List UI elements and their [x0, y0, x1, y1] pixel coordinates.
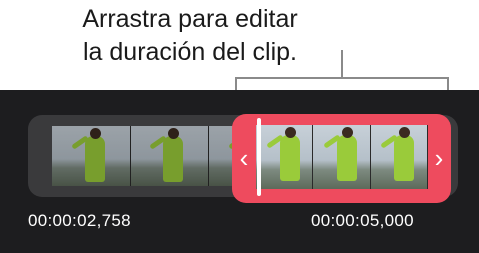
- end-time-label: 00:00:05,000: [311, 211, 414, 230]
- trim-handle-right[interactable]: ›: [427, 114, 451, 203]
- playhead[interactable]: [257, 118, 261, 196]
- chevron-left-icon: ‹: [239, 143, 249, 173]
- callout-line-1: Arrastra para editar: [82, 5, 298, 33]
- clip-thumbnail: [370, 125, 428, 189]
- clip-thumbnail: [52, 126, 131, 186]
- callout-bracket: [235, 77, 449, 90]
- callout-pointer: [341, 50, 343, 77]
- trim-handle-left[interactable]: ‹: [232, 114, 256, 203]
- clip-thumbnail: [130, 126, 210, 186]
- clip-trim-selection[interactable]: ‹ ›: [232, 114, 451, 203]
- chevron-right-icon: ›: [434, 143, 444, 173]
- start-time-label: 00:00:02,758: [28, 211, 131, 230]
- callout-label: Arrastra para editar la duración del cli…: [40, 3, 340, 69]
- callout-line-2: la duración del clip.: [82, 38, 297, 66]
- clip-thumbnail: [313, 125, 371, 189]
- clip-thumbnail: [256, 125, 314, 189]
- clip-filmstrip-selected: [256, 125, 428, 189]
